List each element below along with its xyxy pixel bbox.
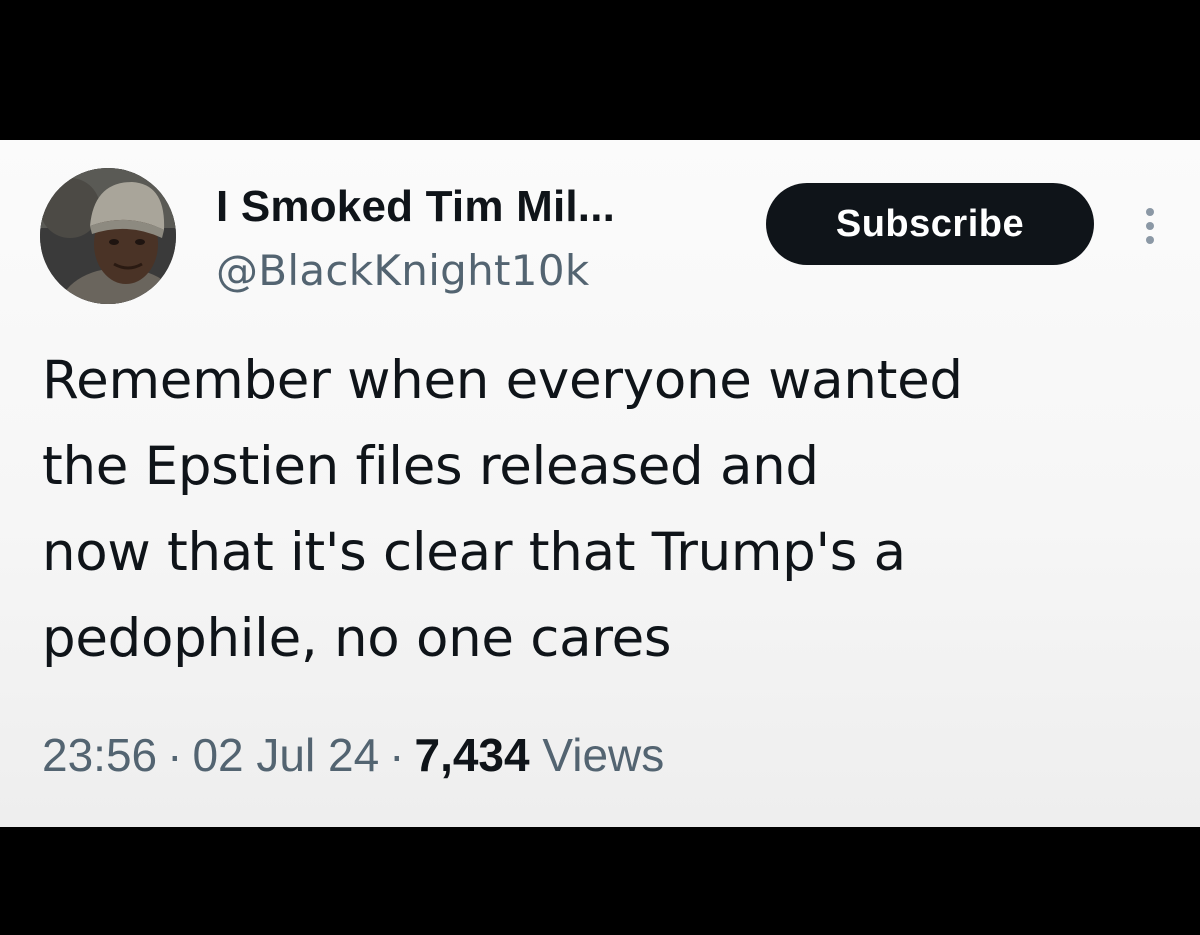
tweet-header: I Smoked Tim Mil... @BlackKnight10k Subs… [40, 168, 1170, 308]
more-options-button[interactable] [1132, 196, 1168, 256]
author-display-name[interactable]: I Smoked Tim Mil... [216, 182, 615, 232]
meta-separator: · [389, 729, 405, 781]
meta-separator: · [167, 729, 183, 781]
ellipsis-vertical-icon-dot [1146, 236, 1154, 244]
tweet-card: I Smoked Tim Mil... @BlackKnight10k Subs… [0, 140, 1200, 827]
ellipsis-vertical-icon-dot [1146, 222, 1154, 230]
tweet-date[interactable]: 02 Jul 24 [192, 729, 379, 781]
tweet-text-line: the Epstien files released and [42, 436, 819, 497]
tweet-text: Remember when everyone wanted the Epstie… [42, 338, 1162, 682]
tweet-text-line: pedophile, no one cares [42, 608, 672, 669]
subscribe-button[interactable]: Subscribe [766, 183, 1094, 265]
tweet-meta: 23:56 · 02 Jul 24 · 7,434 Views [42, 728, 664, 782]
avatar-image [40, 168, 176, 304]
avatar[interactable] [40, 168, 176, 304]
tweet-text-line: Remember when everyone wanted [42, 350, 963, 411]
tweet-text-line: now that it's clear that Trump's a [42, 522, 906, 583]
views-label: Views [542, 729, 665, 781]
screenshot-frame: I Smoked Tim Mil... @BlackKnight10k Subs… [0, 0, 1200, 935]
views-count: 7,434 [414, 729, 530, 781]
author-handle[interactable]: @BlackKnight10k [216, 246, 589, 295]
tweet-time[interactable]: 23:56 [42, 729, 157, 781]
ellipsis-vertical-icon [1146, 208, 1154, 216]
